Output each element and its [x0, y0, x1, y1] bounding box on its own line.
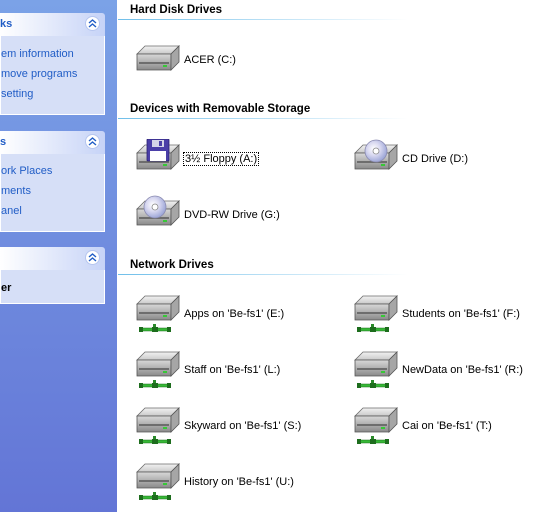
- other-places-header[interactable]: s: [0, 131, 105, 154]
- group-title-removable-storage: Devices with Removable Storage: [130, 103, 311, 115]
- task-pane: ks em information move programs setting …: [0, 0, 117, 512]
- system-tasks-title: ks: [0, 18, 13, 30]
- chevron-up-icon: [88, 253, 97, 262]
- other-places-body: ork Places ments anel: [0, 154, 105, 232]
- drive-label: NewData on 'Be-fs1' (R:): [402, 364, 523, 376]
- drive-item-network-u[interactable]: History on 'Be-fs1' (U:): [133, 462, 333, 502]
- drive-item-floppy-a[interactable]: 3½ Floppy (A:): [133, 139, 333, 179]
- chevron-up-icon: [88, 137, 97, 146]
- details-body: er: [0, 270, 105, 304]
- other-places-title: s: [0, 136, 7, 148]
- drive-label: DVD-RW Drive (G:): [184, 209, 280, 221]
- network-drive-icon: [133, 462, 181, 502]
- dvd-drive-icon: [133, 195, 181, 235]
- drive-item-network-f[interactable]: Students on 'Be-fs1' (F:): [351, 294, 551, 334]
- drive-item-network-t[interactable]: Cai on 'Be-fs1' (T:): [351, 406, 551, 446]
- group-title-hard-disk-drives: Hard Disk Drives: [130, 4, 223, 16]
- details-panel: er: [0, 247, 105, 304]
- drive-item-dvd-g[interactable]: DVD-RW Drive (G:): [133, 195, 333, 235]
- system-tasks-panel: ks em information move programs setting: [0, 13, 105, 115]
- other-places-panel: s ork Places ments anel: [0, 131, 105, 232]
- drive-label: Students on 'Be-fs1' (F:): [402, 308, 520, 320]
- drive-item-acer-c[interactable]: ACER (C:): [133, 40, 333, 80]
- drive-label: Cai on 'Be-fs1' (T:): [402, 420, 492, 432]
- drive-label: Skyward on 'Be-fs1' (S:): [184, 420, 302, 432]
- details-item-name: er: [1, 282, 12, 294]
- drive-label: CD Drive (D:): [402, 153, 468, 165]
- my-documents-link[interactable]: ments: [1, 185, 31, 197]
- hard-disk-icon: [133, 40, 181, 80]
- group-title-network-drives: Network Drives: [130, 259, 214, 271]
- system-tasks-body: em information move programs setting: [0, 36, 105, 115]
- drive-item-network-e[interactable]: Apps on 'Be-fs1' (E:): [133, 294, 333, 334]
- system-tasks-header[interactable]: ks: [0, 13, 105, 36]
- drive-label: Staff on 'Be-fs1' (L:): [184, 364, 281, 376]
- cd-drive-icon: [351, 139, 399, 179]
- floppy-drive-icon: [133, 139, 181, 179]
- network-drive-icon: [351, 350, 399, 390]
- drive-item-network-l[interactable]: Staff on 'Be-fs1' (L:): [133, 350, 333, 390]
- drive-label: 3½ Floppy (A:): [183, 152, 260, 166]
- my-network-places-link[interactable]: ork Places: [1, 165, 52, 177]
- collapse-system-tasks-button[interactable]: [85, 16, 100, 31]
- details-header[interactable]: [0, 247, 105, 270]
- network-drive-icon: [133, 406, 181, 446]
- group-divider: [118, 118, 408, 119]
- drive-item-cd-d[interactable]: CD Drive (D:): [351, 139, 551, 179]
- view-system-information-link[interactable]: em information: [1, 48, 74, 60]
- drive-item-network-r[interactable]: NewData on 'Be-fs1' (R:): [351, 350, 551, 390]
- network-drive-icon: [133, 350, 181, 390]
- change-a-setting-link[interactable]: setting: [1, 88, 33, 100]
- network-drive-icon: [133, 294, 181, 334]
- drive-label: ACER (C:): [184, 54, 236, 66]
- control-panel-link[interactable]: anel: [1, 205, 22, 217]
- add-remove-programs-link[interactable]: move programs: [1, 68, 77, 80]
- group-divider: [118, 274, 408, 275]
- drive-item-network-s[interactable]: Skyward on 'Be-fs1' (S:): [133, 406, 333, 446]
- collapse-details-button[interactable]: [85, 250, 100, 265]
- chevron-up-icon: [88, 19, 97, 28]
- network-drive-icon: [351, 294, 399, 334]
- collapse-other-places-button[interactable]: [85, 134, 100, 149]
- group-divider: [118, 19, 408, 20]
- network-drive-icon: [351, 406, 399, 446]
- drive-label: Apps on 'Be-fs1' (E:): [184, 308, 285, 320]
- drive-label: History on 'Be-fs1' (U:): [184, 476, 294, 488]
